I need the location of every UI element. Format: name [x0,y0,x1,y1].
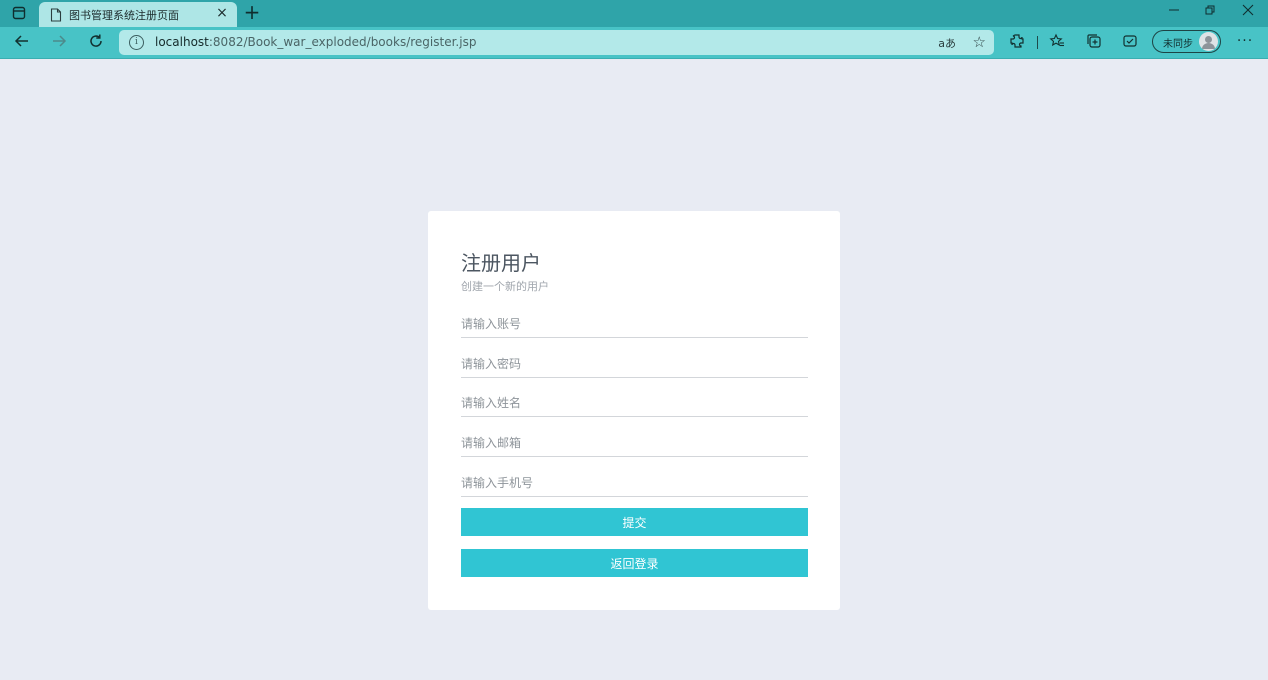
submit-button[interactable]: 提交 [461,508,808,536]
account-field[interactable] [461,310,808,338]
back-icon[interactable] [11,32,33,52]
refresh-icon[interactable] [85,32,107,52]
profile-sync-button[interactable]: 未同步 [1152,30,1221,53]
minimize-icon[interactable] [1164,4,1184,22]
restore-icon[interactable] [1200,4,1220,22]
avatar-icon [1199,32,1218,51]
tab-title: 图书管理系统注册页面 [69,9,179,22]
sync-label: 未同步 [1163,39,1193,50]
extensions-icon[interactable] [1008,33,1026,51]
url-path: :8082/Book_war_exploded/books/register.j… [208,35,477,49]
read-aloud-icon[interactable]: aあ [938,35,956,51]
url-text[interactable]: localhost:8082/Book_war_exploded/books/r… [155,35,476,49]
collections-icon[interactable] [1085,33,1103,51]
add-favorite-icon[interactable]: ☆ [973,33,986,51]
tab-close-icon[interactable]: × [215,6,229,20]
address-bar[interactable]: i localhost:8082/Book_war_exploded/books… [119,30,994,55]
password-field[interactable] [461,350,808,378]
page-icon [50,7,62,22]
tab-actions-icon[interactable] [12,6,26,20]
url-host: localhost [155,35,209,49]
browser-tab[interactable]: 图书管理系统注册页面 × [39,2,237,27]
site-info-icon[interactable]: i [129,35,144,50]
name-field[interactable] [461,389,808,417]
email-field[interactable] [461,429,808,457]
browser-toolbar: i localhost:8082/Book_war_exploded/books… [0,27,1268,59]
close-window-icon[interactable] [1238,4,1258,22]
more-icon[interactable]: ··· [1236,32,1254,52]
forward-icon[interactable] [48,32,70,52]
favorites-icon[interactable] [1048,33,1066,51]
new-tab-icon[interactable]: + [243,2,261,22]
page-title: 注册用户 [461,251,541,275]
register-card: 注册用户 创建一个新的用户 提交 返回登录 [428,211,840,610]
browser-tab-bar: 图书管理系统注册页面 × + [0,0,1268,27]
toolbar-separator [1037,36,1038,49]
browser-essentials-icon[interactable] [1121,33,1139,51]
phone-field[interactable] [461,469,808,497]
back-to-login-button[interactable]: 返回登录 [461,549,808,577]
page-subtitle: 创建一个新的用户 [461,280,549,293]
